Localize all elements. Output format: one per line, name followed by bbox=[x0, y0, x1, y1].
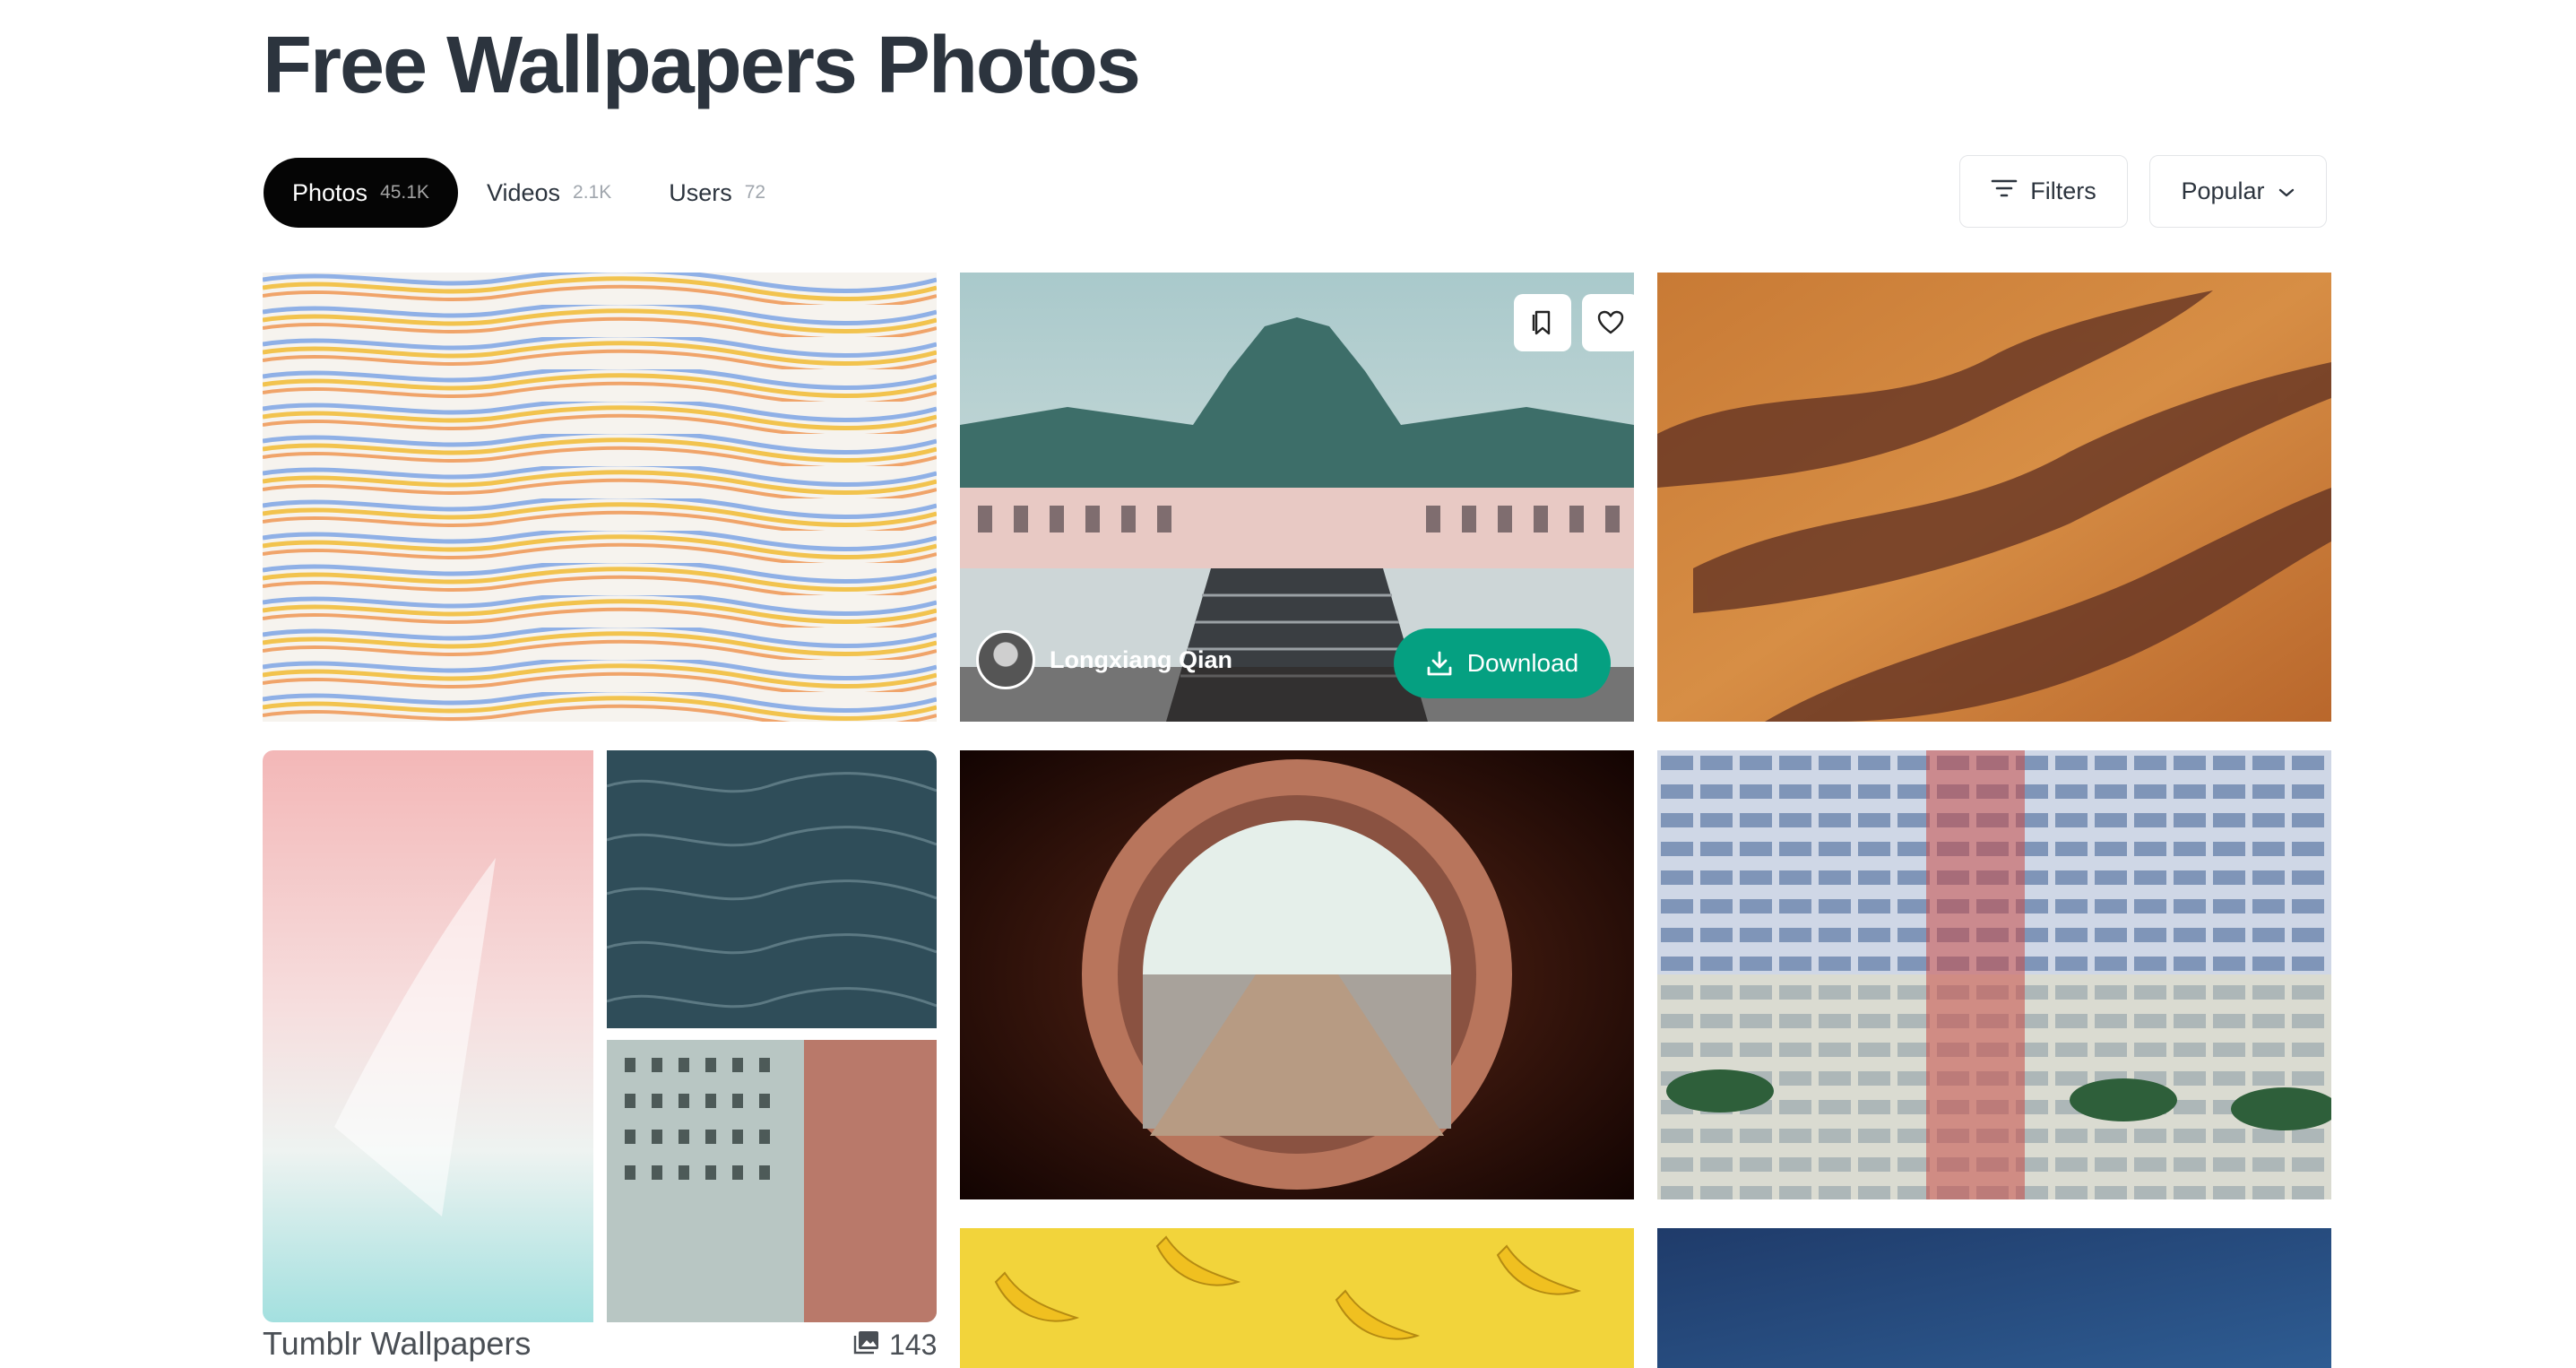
search-results-page: Free Wallpapers Photos Photos 45.1K Vide… bbox=[0, 0, 2576, 1368]
avatar bbox=[976, 630, 1035, 689]
photo-tile-palace[interactable]: Longxiang Qian Download bbox=[960, 273, 1634, 722]
result-tabs: Photos 45.1K Videos 2.1K Users 72 bbox=[264, 158, 794, 228]
download-button[interactable]: Download bbox=[1394, 628, 1611, 698]
tab-videos[interactable]: Videos 2.1K bbox=[458, 158, 640, 228]
tab-label: Photos bbox=[292, 178, 368, 206]
photo-tile-night-sky[interactable] bbox=[1657, 1228, 2331, 1368]
photo-author[interactable]: Longxiang Qian bbox=[976, 630, 1232, 689]
photo-tile-desert[interactable] bbox=[1657, 273, 2331, 722]
download-icon bbox=[1426, 650, 1453, 677]
photo-image bbox=[1657, 273, 2331, 722]
photo-tile-porthole[interactable] bbox=[960, 750, 1634, 1199]
tab-users[interactable]: Users 72 bbox=[640, 158, 794, 228]
author-name: Longxiang Qian bbox=[1050, 645, 1233, 673]
photo-tile-colorful-building[interactable] bbox=[1657, 750, 2331, 1199]
download-label: Download bbox=[1466, 649, 1579, 677]
filters-label: Filters bbox=[2030, 177, 2096, 204]
photo-image bbox=[263, 750, 593, 1322]
photo-tile-bananas[interactable] bbox=[960, 1228, 1634, 1368]
tab-label: Users bbox=[669, 178, 732, 206]
bookmark-icon bbox=[1531, 309, 1554, 336]
tab-count: 45.1K bbox=[380, 182, 429, 203]
tab-photos[interactable]: Photos 45.1K bbox=[264, 158, 458, 228]
page-title: Free Wallpapers Photos bbox=[263, 21, 1141, 110]
photo-image bbox=[960, 750, 1634, 1199]
like-button[interactable] bbox=[1582, 294, 1634, 351]
filter-icon bbox=[1991, 177, 2018, 205]
photo-image bbox=[607, 1040, 937, 1322]
heart-icon bbox=[1597, 310, 1624, 335]
collection-count: 143 bbox=[853, 1329, 937, 1362]
photo-image bbox=[960, 1228, 1634, 1368]
collection-image-building[interactable] bbox=[607, 1040, 937, 1322]
photo-tile-wavy-pattern[interactable] bbox=[263, 273, 937, 722]
photo-image bbox=[263, 273, 937, 722]
sort-value: Popular bbox=[2181, 177, 2265, 204]
collection-count-value: 143 bbox=[889, 1329, 938, 1361]
tab-count: 2.1K bbox=[573, 182, 612, 203]
chevron-down-icon bbox=[2278, 177, 2295, 205]
photo-image bbox=[1657, 1228, 2331, 1368]
collection-image-water[interactable] bbox=[607, 750, 937, 1028]
collection-title[interactable]: Tumblr Wallpapers bbox=[263, 1325, 531, 1363]
gallery-icon bbox=[853, 1329, 880, 1362]
photo-image bbox=[607, 750, 937, 1028]
tab-count: 72 bbox=[744, 182, 766, 203]
sort-dropdown[interactable]: Popular bbox=[2149, 155, 2327, 228]
collection-image-sky[interactable] bbox=[263, 750, 593, 1322]
photo-image bbox=[1657, 750, 2331, 1199]
bookmark-button[interactable] bbox=[1514, 294, 1571, 351]
tab-label: Videos bbox=[486, 178, 561, 206]
filters-button[interactable]: Filters bbox=[1959, 155, 2128, 228]
